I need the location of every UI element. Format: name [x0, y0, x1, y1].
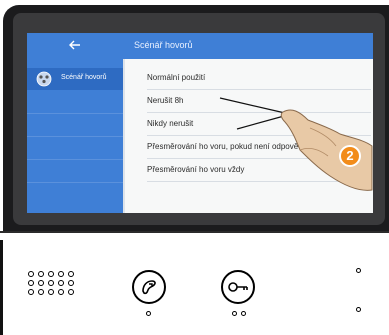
step-badge-label: 2	[346, 148, 354, 163]
call-button-indicator	[146, 311, 151, 316]
device-edge	[0, 240, 3, 335]
unlock-indicator-1	[232, 311, 237, 316]
call-button[interactable]	[132, 270, 166, 304]
status-led-top	[356, 268, 361, 273]
key-unlock-icon	[223, 282, 253, 306]
unlock-button[interactable]	[221, 270, 255, 304]
status-led-bottom	[356, 307, 361, 312]
intercom-device: Scénář hovorů Scénář hovorů Normální pou…	[0, 0, 389, 335]
panel-divider	[0, 231, 389, 233]
step-badge: 2	[339, 145, 361, 167]
unlock-indicator-2	[241, 311, 246, 316]
intercom-call-icon	[134, 280, 164, 306]
